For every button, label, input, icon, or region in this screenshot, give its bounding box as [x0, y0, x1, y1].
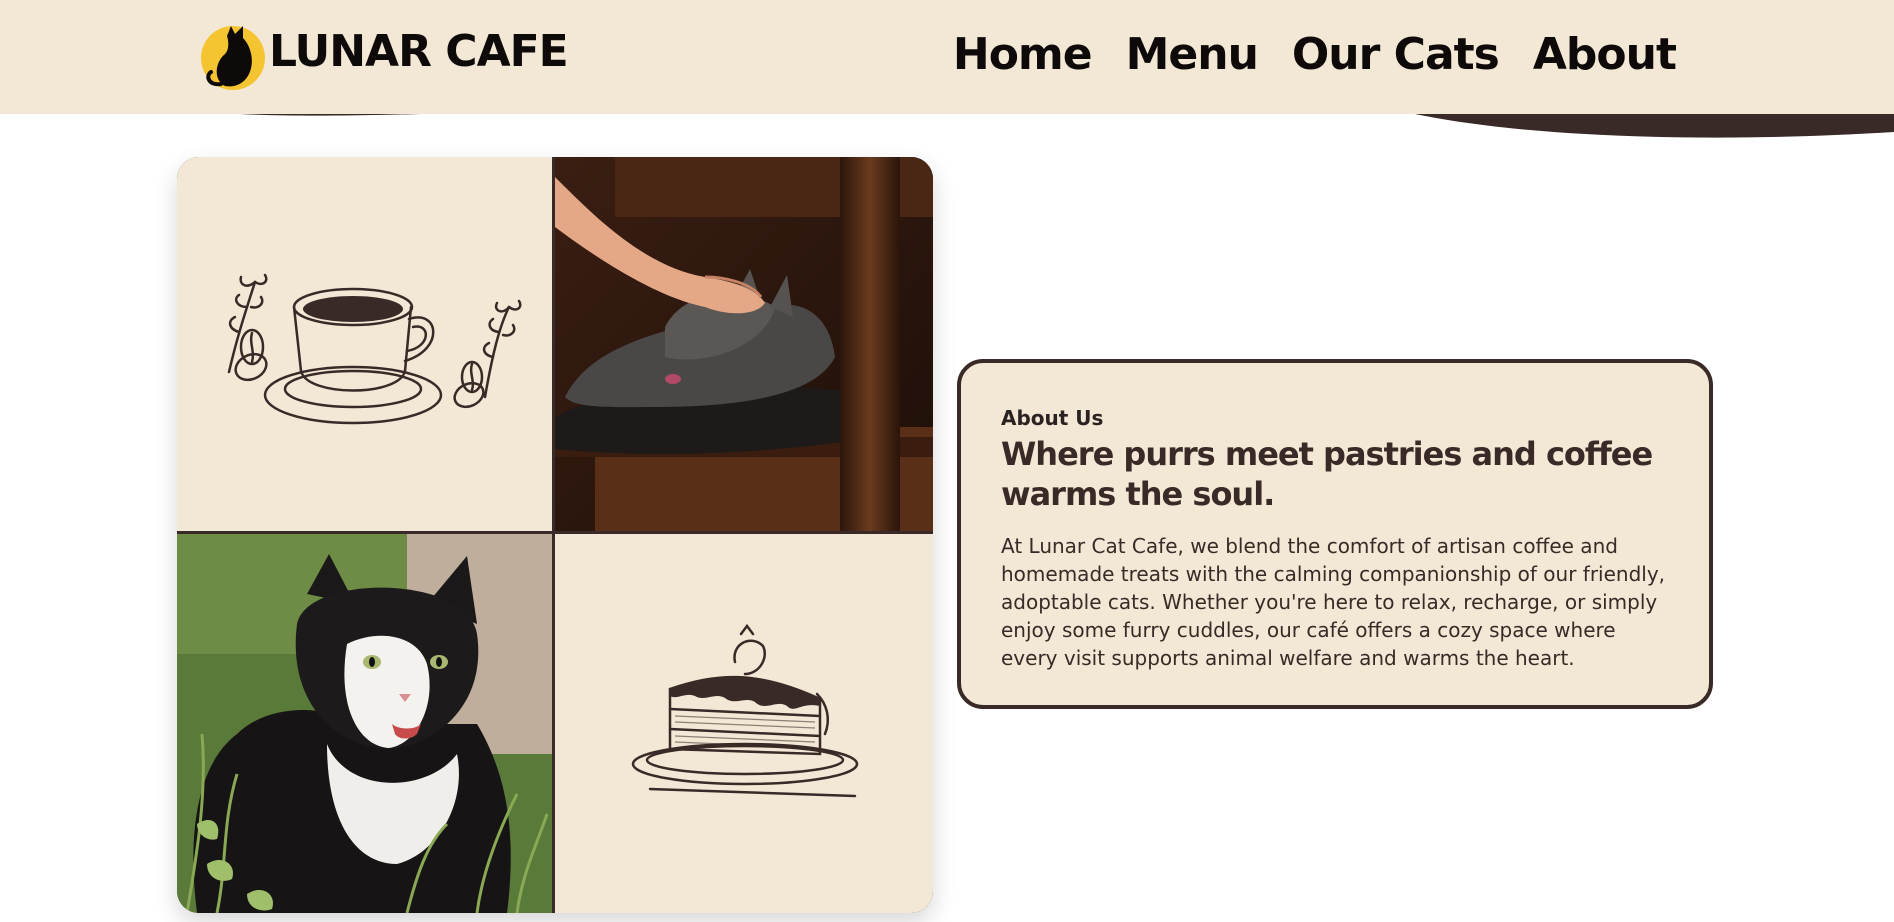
site-header: LUNAR CAFE Home Menu Our Cats About [0, 0, 1894, 114]
petted-gray-cat-photo [555, 157, 933, 531]
header-wave-divider [240, 114, 1894, 138]
nav-menu[interactable]: Menu [1126, 33, 1259, 77]
nav-home[interactable]: Home [953, 33, 1093, 77]
black-cat-moon-icon [201, 26, 265, 90]
main-nav: Home Menu Our Cats About [953, 24, 1677, 86]
about-eyebrow: About Us [1001, 406, 1104, 430]
about-body: At Lunar Cat Cafe, we blend the comfort … [1001, 534, 1666, 670]
nav-about[interactable]: About [1533, 33, 1677, 77]
coffee-cup-sketch [177, 157, 552, 531]
about-headline: Where purrs meet pastries and coffee war… [1001, 435, 1653, 513]
tuxedo-cat-in-grass-photo [177, 534, 552, 913]
about-card: About Us Where purrs meet pastries and c… [957, 359, 1713, 709]
layer-cake-sketch [555, 534, 933, 913]
nav-our-cats[interactable]: Our Cats [1292, 33, 1500, 77]
brand-name: LUNAR CAFE [269, 26, 569, 77]
gallery-grid [177, 157, 933, 913]
logo-link[interactable]: LUNAR CAFE [199, 12, 569, 92]
